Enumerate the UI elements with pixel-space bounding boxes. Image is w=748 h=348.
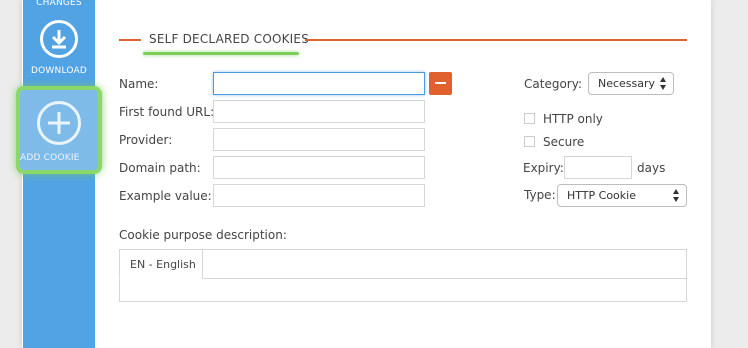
first-found-url-label: First found URL: bbox=[119, 105, 215, 119]
plus-circle-icon bbox=[37, 101, 81, 145]
remove-cookie-button[interactable] bbox=[429, 72, 452, 95]
download-icon bbox=[40, 20, 78, 58]
section-divider-left bbox=[119, 39, 141, 41]
section-title: SELF DECLARED COOKIES bbox=[149, 32, 310, 46]
tab-en-english[interactable]: EN - English bbox=[119, 249, 203, 279]
sidebar: CHANGES DOWNLOAD bbox=[23, 0, 95, 348]
sidebar-item-changes[interactable]: CHANGES bbox=[23, 0, 95, 8]
type-value: HTTP Cookie bbox=[567, 189, 636, 202]
name-label: Name: bbox=[119, 77, 159, 91]
example-value-input[interactable] bbox=[213, 184, 425, 207]
category-select[interactable]: Necessary bbox=[588, 72, 674, 95]
description-textarea[interactable] bbox=[119, 249, 687, 302]
first-found-url-input[interactable] bbox=[213, 100, 425, 123]
add-cookie-label: ADD COOKIE bbox=[20, 153, 80, 163]
provider-label: Provider: bbox=[119, 133, 173, 147]
domain-path-input[interactable] bbox=[213, 156, 425, 179]
add-cookie-button[interactable]: ADD COOKIE bbox=[16, 86, 102, 174]
section-title-highlight bbox=[143, 52, 299, 55]
expiry-input[interactable] bbox=[564, 156, 632, 179]
name-input[interactable] bbox=[213, 72, 425, 95]
example-value-label: Example value: bbox=[119, 189, 212, 203]
select-arrows-icon bbox=[660, 77, 667, 90]
http-only-label: HTTP only bbox=[543, 112, 603, 126]
type-label: Type: bbox=[524, 188, 556, 202]
tab-label: EN - English bbox=[130, 258, 196, 271]
section-divider-right bbox=[305, 39, 687, 41]
sidebar-item-download[interactable]: DOWNLOAD bbox=[23, 20, 95, 76]
tab-divider bbox=[203, 278, 687, 279]
type-select[interactable]: HTTP Cookie bbox=[557, 184, 687, 207]
category-value: Necessary bbox=[598, 77, 656, 90]
secure-label: Secure bbox=[543, 135, 585, 149]
provider-input[interactable] bbox=[213, 128, 425, 151]
domain-path-label: Domain path: bbox=[119, 161, 201, 175]
http-only-checkbox[interactable] bbox=[524, 113, 535, 124]
expiry-label: Expiry: bbox=[523, 161, 564, 175]
secure-checkbox[interactable] bbox=[524, 136, 535, 147]
download-label: DOWNLOAD bbox=[31, 66, 87, 76]
select-arrows-icon bbox=[673, 189, 680, 202]
description-label: Cookie purpose description: bbox=[119, 228, 287, 242]
expiry-unit: days bbox=[637, 161, 666, 175]
category-label: Category: bbox=[524, 77, 582, 91]
changes-label: CHANGES bbox=[36, 0, 82, 8]
